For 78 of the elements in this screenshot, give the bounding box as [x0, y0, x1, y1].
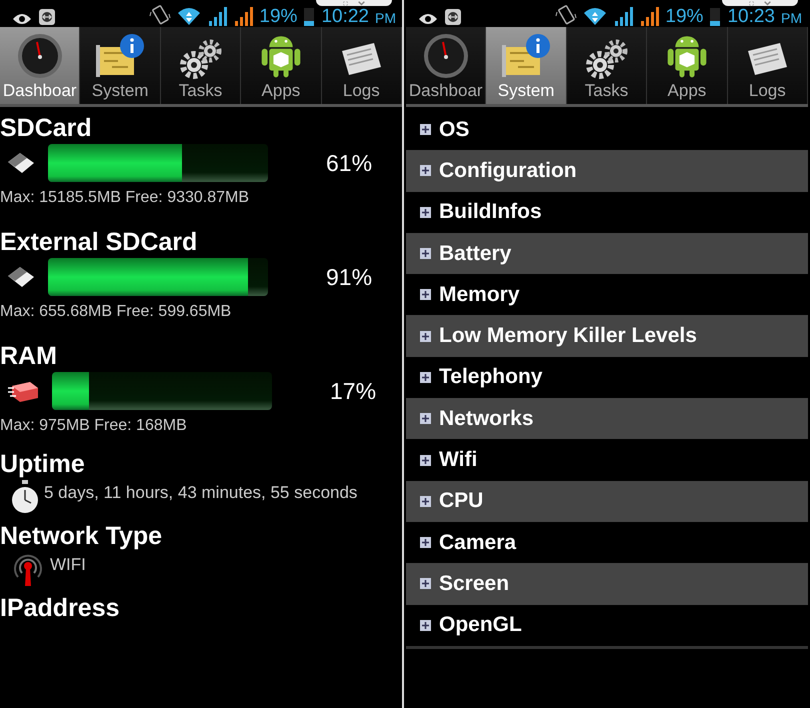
- info-board-icon: [94, 33, 146, 79]
- clock-period: PM: [781, 10, 802, 26]
- signal-icon: [613, 6, 634, 26]
- section-title: SDCard: [0, 113, 93, 143]
- list-item[interactable]: Networks: [406, 398, 808, 440]
- list-item[interactable]: CPU: [406, 480, 808, 522]
- expand-icon[interactable]: [420, 496, 431, 507]
- expand-icon[interactable]: [420, 165, 431, 176]
- expand-icon: [343, 0, 348, 6]
- expand-icon[interactable]: [420, 206, 431, 218]
- section-title: Network Type: [0, 521, 164, 551]
- tab[interactable]: System: [80, 27, 161, 104]
- expand-icon: [749, 0, 754, 6]
- usage-percent: 91%: [326, 264, 372, 290]
- sd-card-icon: [6, 264, 36, 290]
- expand-icon[interactable]: [420, 537, 431, 548]
- wifi-icon: [583, 6, 608, 26]
- section-title: IPaddress: [0, 593, 121, 623]
- wifi-icon: [177, 6, 202, 26]
- storage-detail: Max: 15185.5MB Free: 9330.87MB: [0, 189, 250, 207]
- expand-icon[interactable]: [420, 124, 431, 136]
- eye-icon: [12, 12, 32, 26]
- tab[interactable]: Dashboar: [406, 27, 486, 104]
- tab[interactable]: Tasks: [566, 27, 648, 104]
- section-title: External SDCard: [0, 227, 198, 257]
- clock-time: 10:22: [321, 7, 369, 26]
- notification-handle[interactable]: [316, 0, 392, 6]
- vibrate-icon: [555, 4, 578, 26]
- signal-icon: [639, 6, 660, 26]
- storage-detail: Max: 975MB Free: 168MB: [0, 417, 188, 435]
- remote-icon: [444, 8, 462, 26]
- expand-icon[interactable]: [420, 454, 431, 466]
- tab[interactable]: Apps: [241, 27, 322, 104]
- expand-icon[interactable]: [420, 372, 431, 383]
- section-title: Uptime: [0, 449, 86, 479]
- clock-period: PM: [375, 10, 396, 26]
- expand-icon[interactable]: [420, 578, 431, 590]
- tab[interactable]: Tasks: [160, 27, 242, 104]
- sd-card-icon: [6, 150, 36, 176]
- list-item[interactable]: Screen: [406, 563, 808, 605]
- expand-icon[interactable]: [420, 330, 431, 342]
- gauge-icon: [422, 33, 469, 79]
- tab[interactable]: Logs: [322, 27, 402, 104]
- gauge-icon: [16, 33, 63, 79]
- list-item[interactable]: Battery: [406, 232, 808, 274]
- remote-icon: [38, 8, 56, 26]
- battery-icon: [709, 6, 722, 26]
- tab[interactable]: Logs: [728, 27, 808, 104]
- info-board-icon: [500, 33, 552, 79]
- gears-icon: [584, 39, 629, 79]
- stopwatch-icon: [10, 479, 40, 515]
- usage-percent: 61%: [326, 150, 372, 176]
- expand-icon[interactable]: [420, 289, 431, 300]
- storage-detail: Max: 655.68MB Free: 599.65MB: [0, 303, 232, 321]
- usage-percent: 17%: [330, 378, 376, 404]
- info-value: 5 days, 11 hours, 43 minutes, 55 seconds: [44, 483, 358, 503]
- tab[interactable]: System: [486, 27, 567, 104]
- expand-icon[interactable]: [420, 413, 431, 424]
- vibrate-icon: [149, 4, 172, 26]
- expand-icon[interactable]: [420, 620, 431, 631]
- battery-percent: 19%: [259, 7, 298, 26]
- battery-percent: 19%: [665, 7, 704, 26]
- eye-icon: [418, 12, 438, 26]
- gears-icon: [178, 39, 223, 79]
- info-value: WIFI: [50, 555, 86, 575]
- battery-icon: [303, 6, 316, 26]
- section-title: RAM: [0, 341, 58, 371]
- notification-handle[interactable]: [722, 0, 798, 6]
- chevron-down-icon: [358, 0, 365, 6]
- tab[interactable]: Apps: [647, 27, 728, 104]
- expand-icon[interactable]: [420, 248, 431, 260]
- list-item[interactable]: Low Memory Killer Levels: [406, 315, 808, 357]
- chevron-down-icon: [764, 0, 771, 6]
- signal-icon: [207, 6, 228, 26]
- tab[interactable]: Dashboar: [0, 27, 80, 104]
- list-item[interactable]: Configuration: [406, 150, 808, 192]
- clock-time: 10:23: [727, 7, 775, 26]
- signal-icon: [233, 6, 254, 26]
